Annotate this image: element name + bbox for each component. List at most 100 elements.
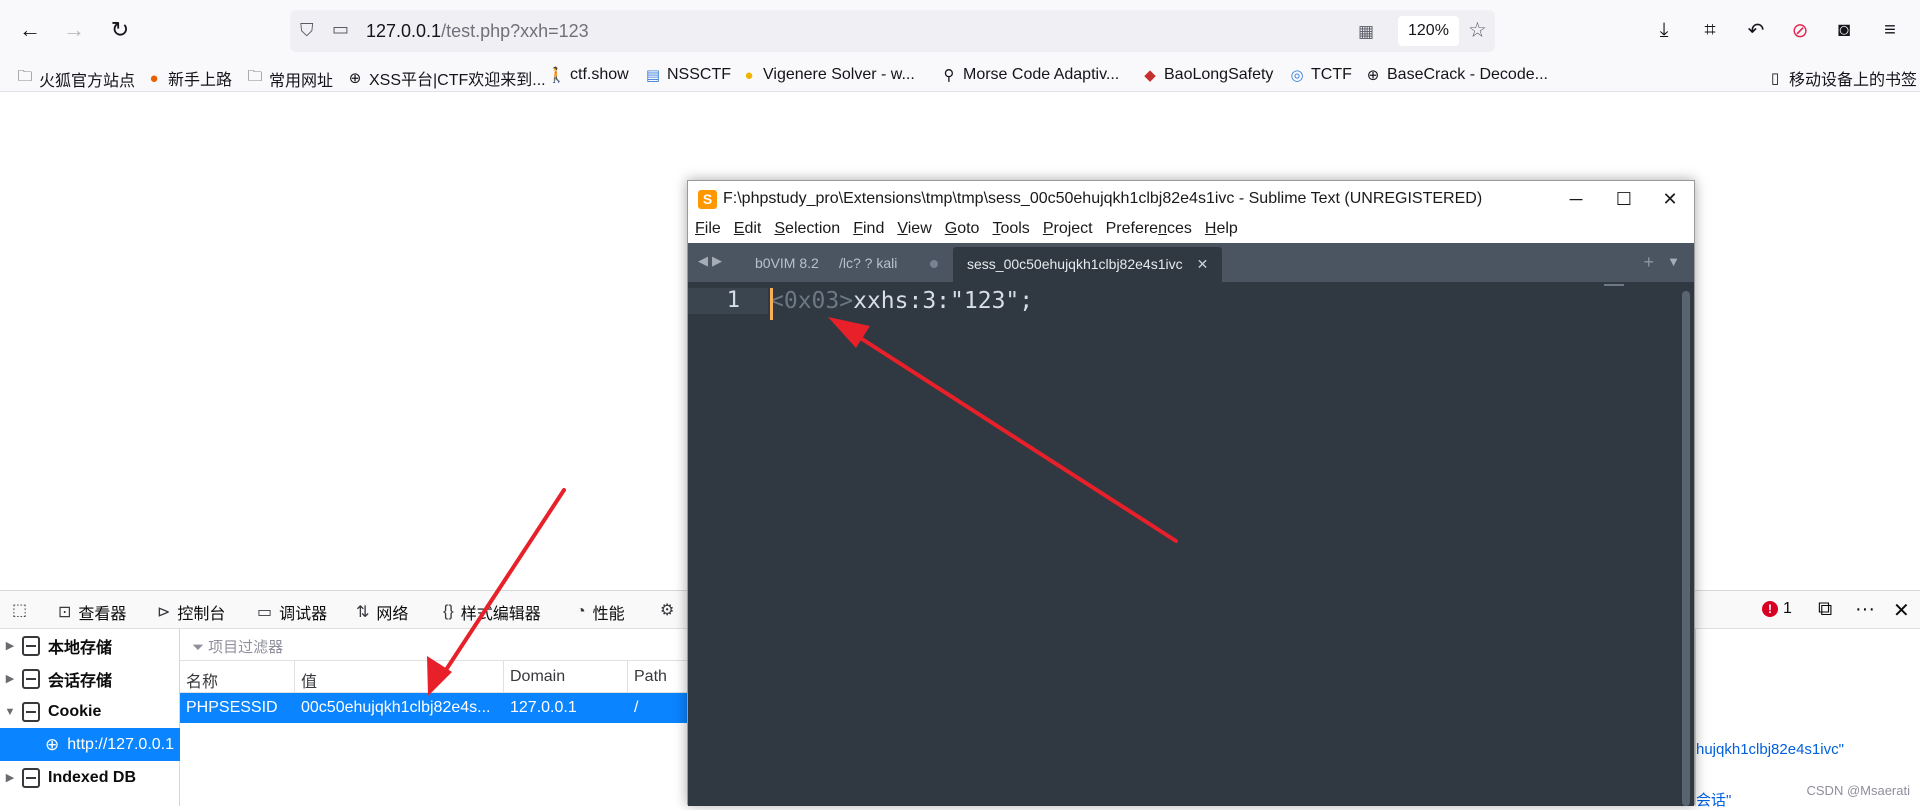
zoom-level[interactable]: 120% <box>1398 16 1459 46</box>
tab-console[interactable]: ⊳ 控制台 <box>157 600 225 624</box>
tree-session-storage[interactable]: ▶ 会话存储 <box>0 662 180 695</box>
tab-performance[interactable]: ◔ 性能 <box>576 600 625 624</box>
forward-button[interactable]: → <box>58 14 90 46</box>
bookmark-item[interactable]: ⊕ BaseCrack - Decode... <box>1364 66 1548 84</box>
tab-style-editor[interactable]: {} 样式编辑器 <box>443 600 541 624</box>
close-button[interactable]: ✕ <box>1650 185 1690 213</box>
sublime-title-bar[interactable]: S F:\phpstudy_pro\Extensions\tmp\tmp\ses… <box>688 181 1694 217</box>
bookmark-label: ctf.show <box>570 66 629 83</box>
code-editor[interactable]: 1 <0x03>xxhs:3:"123"; <box>688 282 1694 806</box>
bookmark-item[interactable]: 🗀 火狐官方站点 <box>16 66 135 91</box>
tctf-icon: ◎ <box>1290 67 1304 84</box>
minimap[interactable] <box>1604 284 1624 286</box>
menu-file[interactable]: File <box>688 217 727 243</box>
filter-input[interactable]: ⏷ 项目过滤器 <box>180 629 687 661</box>
address-bar[interactable]: ⛉ ▭ 127.0.0.1/test.php?xxh=123 ▦ 120% ☆ <box>290 10 1495 52</box>
new-tab-icon[interactable]: + <box>1643 252 1654 273</box>
tab-inspector[interactable]: ⊡ 查看器 <box>58 600 126 624</box>
menu-icon[interactable]: ≡ <box>1874 14 1906 46</box>
shield-icon[interactable]: ⛉ <box>300 20 314 41</box>
globe-icon: ⊕ <box>45 734 60 754</box>
menu-selection[interactable]: Selection <box>767 217 846 243</box>
close-tab-icon[interactable]: ✕ <box>1197 256 1209 272</box>
tab-session-file[interactable]: sess_00c50ehujqkh1clbj82e4s1ivc ✕ <box>953 247 1223 282</box>
tab-debugger[interactable]: ▭ 调试器 <box>257 600 327 624</box>
code-line[interactable]: <0x03>xxhs:3:"123"; <box>770 288 1033 314</box>
close-devtools-icon[interactable]: ✕ <box>1893 598 1910 623</box>
menu-tools[interactable]: Tools <box>985 217 1035 243</box>
more-options-icon[interactable]: ··· <box>1855 598 1875 621</box>
window-title: F:\phpstudy_pro\Extensions\tmp\tmp\sess_… <box>723 190 1483 207</box>
filter-placeholder: 项目过滤器 <box>208 639 284 656</box>
database-icon <box>22 767 40 788</box>
tab-kali[interactable]: /lc? ? kali <box>839 255 897 271</box>
filter-icon: ⏷ <box>192 639 209 656</box>
column-header-domain[interactable]: Domain <box>504 661 628 693</box>
menu-edit[interactable]: Edit <box>727 217 768 243</box>
bookmarks-bar: 🗀 火狐官方站点 ● 新手上路 🗀 常用网址 ⊕ XSS平台|CTF欢迎来到... 🚶 c… <box>0 60 1920 92</box>
maximize-button[interactable]: ☐ <box>1604 185 1644 213</box>
vertical-scrollbar[interactable] <box>1682 291 1690 806</box>
error-count[interactable]: ! 1 <box>1762 600 1792 618</box>
element-picker-icon[interactable]: ⬚ <box>12 600 27 620</box>
back-button[interactable]: ← <box>14 14 46 46</box>
bookmark-item[interactable]: 🚶 ctf.show <box>547 66 629 84</box>
menu-preferences[interactable]: Preferences <box>1099 217 1198 243</box>
folder-icon: 🗀 <box>247 68 263 85</box>
tab-b0vim[interactable]: b0VIM 8.2 <box>755 255 819 271</box>
bookmark-item[interactable]: 🗀 常用网址 <box>246 66 333 91</box>
responsive-design-icon[interactable]: ⧉ <box>1818 598 1832 621</box>
qr-code-icon[interactable]: ▦ <box>1358 22 1374 42</box>
mobile-bookmarks[interactable]: ▯ 移动设备上的书签 <box>1766 66 1917 90</box>
tree-cookie-host[interactable]: ⊕ http://127.0.0.1 <box>0 728 180 761</box>
account-icon[interactable]: ◙ <box>1828 14 1860 46</box>
baolong-icon: ◆ <box>1144 67 1156 84</box>
browser-window: ← → ↻ ⛉ ▭ 127.0.0.1/test.php?xxh=123 ▦ 1… <box>0 0 1920 809</box>
minimize-button[interactable]: ─ <box>1556 185 1596 213</box>
menu-view[interactable]: View <box>890 217 937 243</box>
tab-menu-icon[interactable]: ▼ <box>1667 254 1680 269</box>
expand-icon[interactable]: ▶ <box>0 672 20 685</box>
error-icon: ! <box>1762 601 1778 617</box>
memory-icon[interactable]: ⚙ <box>660 600 674 620</box>
tab-scroll-arrows-icon[interactable]: ◀▶ <box>698 253 726 269</box>
page-info-icon[interactable]: ▭ <box>332 19 349 40</box>
tree-cookie[interactable]: ▼ Cookie <box>0 695 180 728</box>
url-text[interactable]: 127.0.0.1/test.php?xxh=123 <box>366 21 589 42</box>
table-row[interactable]: PHPSESSID 00c50ehujqkh1clbj82e4s... 127.… <box>180 693 687 723</box>
bookmark-item[interactable]: ● 新手上路 <box>145 66 232 90</box>
menu-project[interactable]: Project <box>1036 217 1099 243</box>
tree-indexed-db[interactable]: ▶ Indexed DB <box>0 761 180 794</box>
bookmark-item[interactable]: ⊕ XSS平台|CTF欢迎来到... <box>346 66 546 90</box>
tree-label: 本地存储 <box>48 639 113 657</box>
column-header-path[interactable]: Path <box>628 661 687 693</box>
download-icon[interactable]: ⤓ <box>1648 14 1680 46</box>
storage-tree: ▶ 本地存储 ▶ 会话存储 ▼ Cookie ⊕ http://127.0.0.1 ▶ I… <box>0 629 180 806</box>
expand-icon[interactable]: ▶ <box>0 771 20 784</box>
tree-local-storage[interactable]: ▶ 本地存储 <box>0 629 180 662</box>
screenshot-icon[interactable]: ⌗ <box>1694 14 1726 46</box>
tab-network[interactable]: ⇅ 网络 <box>356 600 408 624</box>
undo-icon[interactable]: ↶ <box>1740 14 1772 46</box>
bookmark-item[interactable]: ▤ NSSCTF <box>644 66 731 84</box>
tab-label: 查看器 <box>78 606 127 623</box>
column-header-value[interactable]: 值 <box>295 661 504 693</box>
bookmark-item[interactable]: ⚲ Morse Code Adaptiv... <box>940 66 1120 84</box>
menu-goto[interactable]: Goto <box>938 217 986 243</box>
reload-button[interactable]: ↻ <box>104 14 136 46</box>
bookmark-item[interactable]: ◎ TCTF <box>1288 66 1351 84</box>
menu-find[interactable]: Find <box>846 217 890 243</box>
expand-icon[interactable]: ▶ <box>0 639 20 652</box>
style-editor-icon: {} <box>443 603 454 620</box>
bookmark-item[interactable]: ● Vigenere Solver - w... <box>740 66 914 84</box>
extension-icon[interactable]: ⊘ <box>1784 14 1816 46</box>
column-header-name[interactable]: 名称 <box>180 661 295 693</box>
menu-help[interactable]: Help <box>1198 217 1244 243</box>
bookmark-item[interactable]: ◆ BaoLongSafety <box>1141 66 1273 84</box>
database-icon <box>22 635 40 656</box>
bookmark-star-icon[interactable]: ☆ <box>1468 18 1487 43</box>
tree-label: 会话存储 <box>48 672 113 690</box>
detail-value: hujqkh1clbj82e4s1ivc" <box>1696 741 1844 758</box>
console-icon: ⊳ <box>157 604 171 621</box>
collapse-icon[interactable]: ▼ <box>0 706 20 718</box>
